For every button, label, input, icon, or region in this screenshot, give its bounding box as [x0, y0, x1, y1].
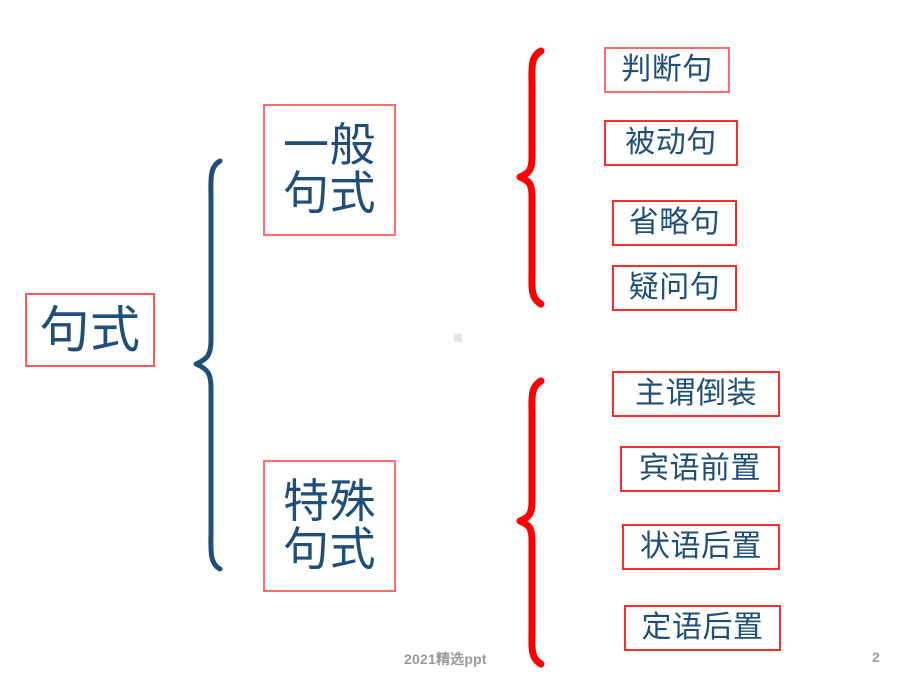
node-branch-special[interactable]: 特殊 句式	[263, 460, 396, 592]
footer-credit: 2021精选ppt	[404, 651, 487, 667]
node-branch-general[interactable]: 一般 句式	[263, 104, 396, 236]
node-leaf-shenglueju[interactable]: 省略句	[612, 200, 737, 246]
brace-blue-icon	[193, 158, 223, 572]
node-leaf-zhuanyuhouzhi-label: 状语后置	[640, 530, 762, 564]
node-leaf-panduanju-label: 判断句	[621, 53, 713, 87]
node-leaf-dingyuhouzhi-label: 定语后置	[641, 611, 764, 645]
node-leaf-zhuweidaozhuang[interactable]: 主谓倒装	[612, 371, 780, 417]
brace-red-general	[515, 45, 555, 315]
brace-red-special-icon	[516, 377, 545, 668]
node-leaf-shenglueju-label: 省略句	[628, 206, 721, 240]
node-leaf-panduanju[interactable]: 判断句	[604, 47, 730, 93]
node-root-sentence-patterns[interactable]: 句式	[25, 293, 155, 367]
node-branch-special-label: 特殊 句式	[283, 475, 376, 575]
node-leaf-yiwenju[interactable]: 疑问句	[612, 265, 737, 311]
node-leaf-beidongju-label: 被动句	[625, 126, 717, 160]
brace-red-special	[515, 375, 555, 675]
node-leaf-binyuqianzhi-label: 宾语前置	[639, 452, 761, 486]
slide-canvas: 句式 一般 句式 判断句 被动句 省略句 疑问句 特殊 句式 主谓倒装 宾语前置…	[0, 0, 920, 690]
square-marker-icon	[454, 334, 462, 342]
node-branch-general-label: 一般 句式	[283, 119, 376, 219]
node-leaf-binyuqianzhi[interactable]: 宾语前置	[620, 446, 780, 492]
footer-page-number: 2	[872, 649, 880, 665]
node-root-label: 句式	[39, 301, 141, 358]
node-leaf-zhuweidaozhuang-label: 主谓倒装	[635, 377, 757, 411]
brace-red-general-icon	[516, 47, 545, 308]
brace-blue-root	[190, 155, 230, 580]
node-leaf-zhuanyuhouzhi[interactable]: 状语后置	[622, 524, 780, 570]
node-leaf-yiwenju-label: 疑问句	[628, 271, 721, 305]
node-leaf-beidongju[interactable]: 被动句	[604, 120, 738, 166]
node-leaf-dingyuhouzhi[interactable]: 定语后置	[624, 605, 781, 651]
